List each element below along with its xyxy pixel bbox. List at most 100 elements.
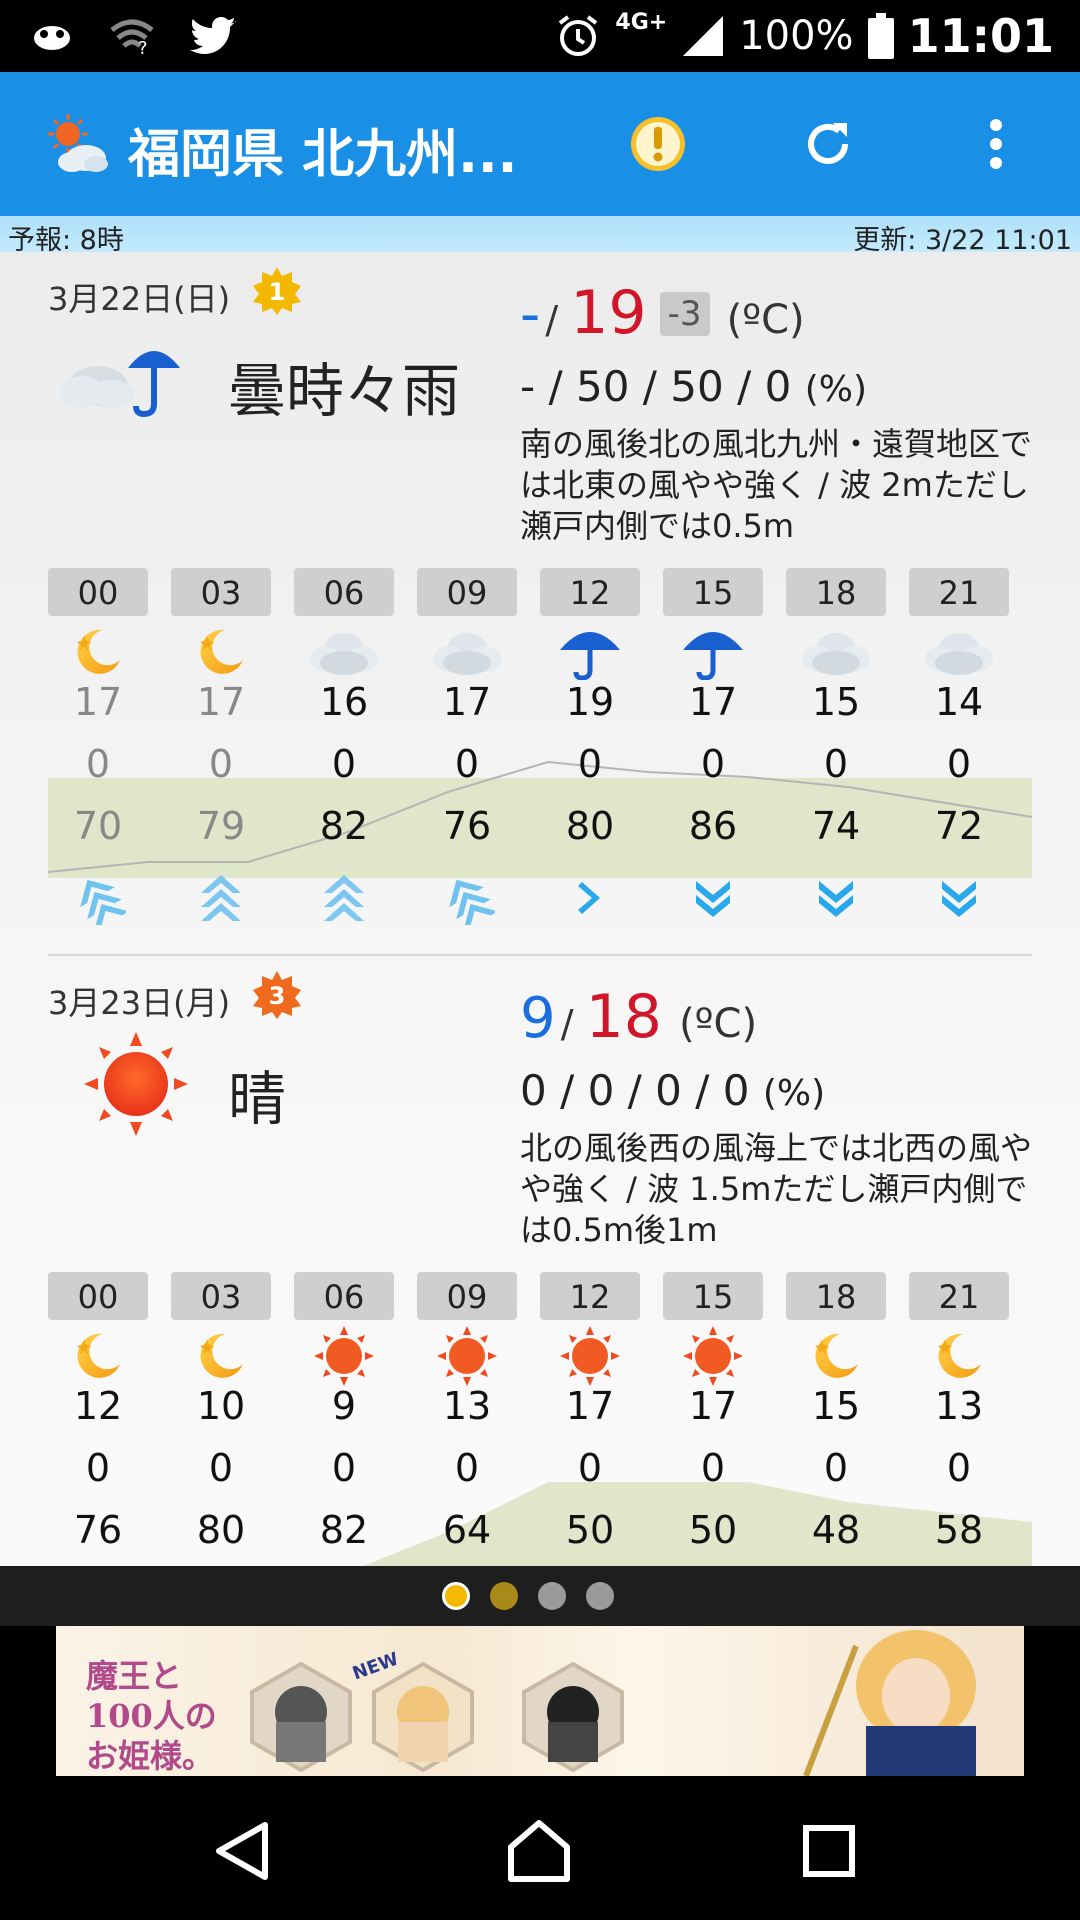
pop-unit: (%): [762, 1073, 826, 1114]
ad-title: 魔王と100人のお姫様。: [86, 1657, 217, 1775]
hour-humidity: 86: [688, 804, 738, 848]
back-icon: [216, 1822, 268, 1880]
app-bar: 福岡県 北九州...: [0, 72, 1080, 216]
hour-label: 09: [417, 568, 517, 616]
home-icon: [508, 1820, 570, 1882]
umbrella-icon: [663, 622, 763, 682]
wind-direction-icon: [540, 868, 640, 928]
status-bar: ? 4G+ 100% 11:01: [0, 0, 1080, 72]
hour-precip: 0: [331, 1446, 357, 1490]
overflow-menu-button[interactable]: [964, 112, 1028, 176]
hour-precip: 0: [85, 742, 111, 786]
app-logo-icon: [48, 114, 108, 172]
hour-temp: 15: [811, 680, 861, 724]
temp-min: 9: [520, 986, 556, 1051]
moon-icon: [786, 1326, 886, 1386]
moon-icon: [909, 1326, 1009, 1386]
pop-unit: (%): [804, 369, 867, 410]
rank-badge-icon: 1: [253, 267, 301, 315]
hour-temp: 16: [319, 680, 369, 724]
temp-unit: (ºC): [726, 297, 805, 343]
ad-banner[interactable]: 魔王と100人のお姫様。 NEW: [56, 1626, 1024, 1776]
hour-label: 03: [171, 1272, 271, 1320]
hour-precip: 0: [823, 1446, 849, 1490]
hour-precip: 0: [331, 742, 357, 786]
moon-icon: [171, 622, 271, 682]
hour-precip: 0: [454, 742, 480, 786]
temperature-summary: 9 / 18 (ºC): [520, 982, 758, 1052]
wind-direction-icon: [663, 868, 763, 928]
ad-character-portrait: [250, 1662, 352, 1772]
hour-label: 06: [294, 1272, 394, 1320]
day-date: 3月22日(日): [48, 280, 231, 318]
wind-direction-icon: [909, 868, 1009, 928]
hour-label: 12: [540, 568, 640, 616]
hour-label: 21: [909, 568, 1009, 616]
hour-precip: 0: [85, 1446, 111, 1490]
hour-label: 03: [171, 568, 271, 616]
hour-temp: 19: [565, 680, 615, 724]
hour-temp: 13: [934, 1384, 984, 1428]
refresh-button[interactable]: [796, 112, 860, 176]
hour-label: 18: [786, 568, 886, 616]
warning-button[interactable]: [626, 112, 690, 176]
cloud-icon: [417, 622, 517, 682]
home-button[interactable]: [494, 1806, 584, 1896]
pop-values: 0 / 0 / 0 / 0: [520, 1066, 750, 1115]
hour-precip: 0: [208, 1446, 234, 1490]
navigation-bar: [0, 1776, 1080, 1920]
back-button[interactable]: [196, 1806, 286, 1896]
recents-icon: [803, 1825, 855, 1877]
wind-direction-icon: [294, 868, 394, 928]
hour-humidity: 72: [934, 804, 984, 848]
hour-temp: 13: [442, 1384, 492, 1428]
page-dot[interactable]: [586, 1582, 614, 1610]
hour-label: 00: [48, 1272, 148, 1320]
hour-precip: 0: [946, 742, 972, 786]
clock: 11:01: [907, 9, 1054, 63]
hour-precip: 0: [946, 1446, 972, 1490]
cloud-rain-icon: [60, 351, 180, 418]
battery-percent: 100%: [739, 13, 854, 59]
forecast-list[interactable]: 3月22日(日) 1 曇時々雨 - / 19 -3 (ºC) - / 50 / …: [0, 252, 1080, 1566]
precip-probability: 0 / 0 / 0 / 0 (%): [520, 1066, 825, 1115]
page-dot-active[interactable]: [442, 1582, 470, 1610]
page-dot[interactable]: [490, 1582, 518, 1610]
hour-humidity: 50: [565, 1508, 615, 1552]
wind-direction-icon: [786, 868, 886, 928]
twitter-icon: [190, 17, 236, 54]
page-dot[interactable]: [538, 1582, 566, 1610]
hour-humidity: 80: [565, 804, 615, 848]
rank-badge-icon: 3: [253, 971, 301, 1019]
svg-text:?: ?: [138, 38, 148, 56]
sun-icon: [84, 1032, 188, 1136]
cloud-icon: [294, 622, 394, 682]
rank-number: 1: [269, 278, 286, 306]
location-title[interactable]: 福岡県 北九州...: [128, 112, 517, 187]
moon-icon: [48, 622, 148, 682]
sun-icon: [294, 1326, 394, 1386]
hour-temp: 17: [688, 1384, 738, 1428]
hour-precip: 0: [454, 1446, 480, 1490]
wind-wave-text: 南の風後北の風北九州・遠賀地区では北東の風やや強く / 波 2mただし瀬戸内側で…: [520, 425, 1033, 545]
ad-character-portrait: [372, 1662, 474, 1772]
hour-temp: 17: [442, 680, 492, 724]
wind-direction-icon: [417, 868, 517, 928]
battery-icon: [867, 13, 894, 59]
moon-icon: [171, 1326, 271, 1386]
hour-humidity: 82: [319, 804, 369, 848]
hour-humidity: 70: [73, 804, 123, 848]
hour-label: 12: [540, 1272, 640, 1320]
hour-label: 00: [48, 568, 148, 616]
hour-precip: 0: [577, 742, 603, 786]
umbrella-icon: [540, 622, 640, 682]
sun-icon: [663, 1326, 763, 1386]
hour-humidity: 76: [442, 804, 492, 848]
hour-temp: 17: [196, 680, 246, 724]
hour-humidity: 80: [196, 1508, 246, 1552]
temp-max: 18: [585, 982, 662, 1052]
hour-humidity: 76: [73, 1508, 123, 1552]
network-type: 4G+: [615, 9, 668, 35]
recents-button[interactable]: [784, 1806, 874, 1896]
precip-probability: - / 50 / 50 / 0 (%): [520, 362, 867, 411]
